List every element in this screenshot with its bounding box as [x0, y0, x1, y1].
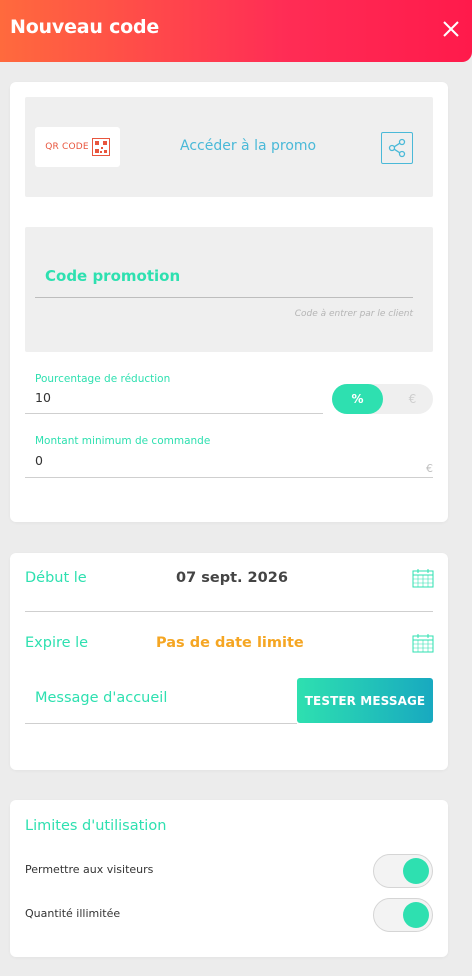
access-promo-link[interactable]: Accéder à la promo [180, 138, 316, 154]
minimum-order-currency: € [426, 462, 433, 475]
toggle-knob [403, 858, 429, 884]
minimum-order-input[interactable]: 0 [35, 453, 43, 468]
minimum-order-underline [25, 477, 433, 478]
toggle-knob [403, 902, 429, 928]
promo-code-hint: Code à entrer par le client [294, 309, 413, 319]
test-message-button[interactable]: TESTER MESSAGE [297, 678, 433, 723]
modal-header: Nouveau code [0, 0, 472, 62]
promo-code-box: Code promotion Code à entrer par le clie… [25, 227, 433, 352]
close-icon[interactable] [440, 18, 462, 40]
modal-title: Nouveau code [10, 16, 160, 38]
discount-input[interactable]: 10 [35, 390, 51, 405]
start-calendar-icon[interactable] [412, 568, 434, 588]
unlimited-quantity-toggle[interactable] [373, 898, 433, 932]
minimum-order-label: Montant minimum de commande [35, 435, 211, 447]
discount-label: Pourcentage de réduction [35, 373, 171, 385]
end-date-value[interactable]: Pas de date limite [156, 635, 304, 651]
allow-visitors-label: Permettre aux visiteurs [25, 863, 154, 876]
unit-percent-button[interactable]: % [332, 384, 383, 414]
usage-limits-title: Limites d'utilisation [25, 818, 167, 834]
qr-code-button[interactable]: QR CODE [35, 127, 120, 167]
share-icon [388, 138, 406, 158]
usage-limits-card: Limites d'utilisation Permettre aux visi… [10, 800, 448, 957]
start-date-value[interactable]: 07 sept. 2026 [176, 570, 288, 586]
unit-euro-button[interactable]: € [392, 384, 433, 414]
qr-code-label: QR CODE [45, 142, 89, 152]
end-calendar-icon[interactable] [412, 633, 434, 653]
start-date-underline [25, 611, 433, 612]
promo-settings-card: QR CODE Accéder à la promo Code promotio… [10, 82, 448, 522]
dates-card: Début le 07 sept. 2026 Expire le Pas de … [10, 553, 448, 770]
promo-access-box: QR CODE Accéder à la promo [25, 97, 433, 197]
end-date-label: Expire le [25, 635, 89, 651]
allow-visitors-toggle[interactable] [373, 854, 433, 888]
start-date-label: Début le [25, 570, 87, 586]
welcome-message-input[interactable]: Message d'accueil [35, 690, 167, 706]
promo-code-input[interactable]: Code promotion [45, 267, 180, 285]
share-button[interactable] [381, 132, 413, 164]
qr-code-icon [91, 138, 110, 156]
unlimited-quantity-label: Quantité illimitée [25, 907, 121, 920]
discount-unit-toggle: % € [332, 384, 433, 414]
promo-code-underline [35, 297, 413, 298]
discount-underline [25, 413, 323, 414]
welcome-message-underline [25, 723, 297, 724]
